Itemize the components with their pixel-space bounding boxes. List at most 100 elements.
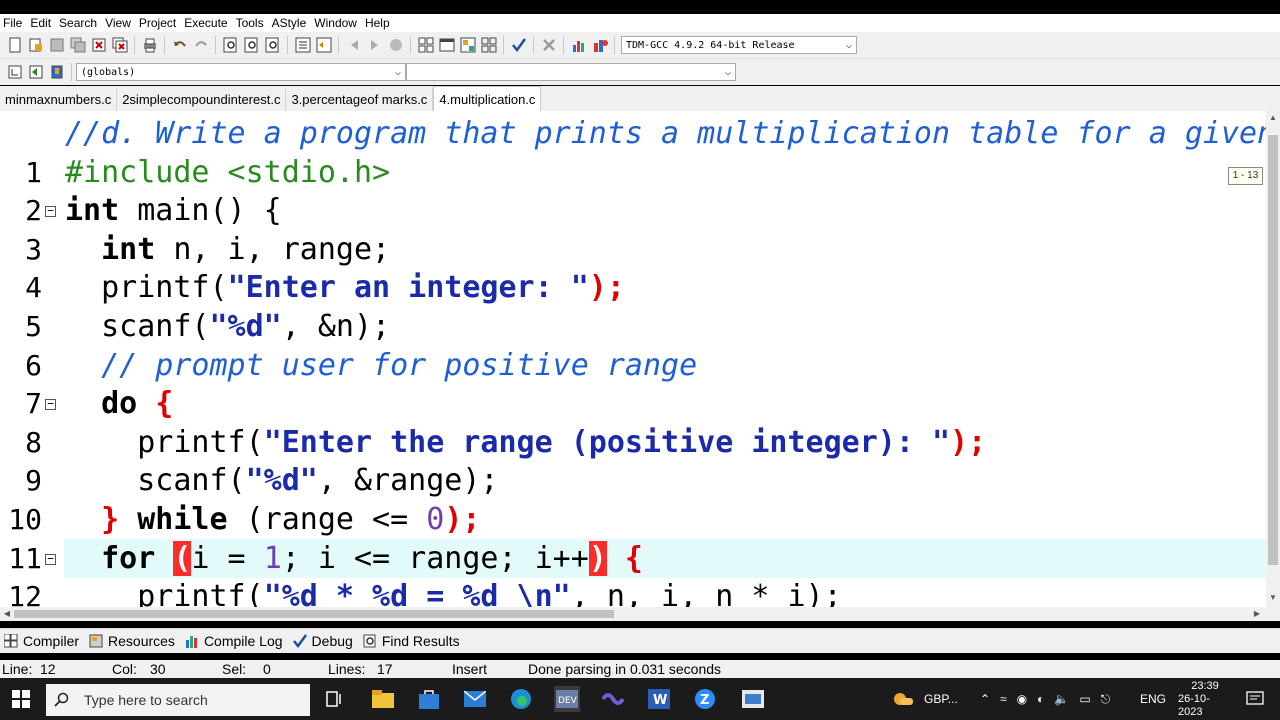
status-lines-value: 17 bbox=[377, 661, 393, 677]
check-syntax-icon[interactable] bbox=[510, 37, 527, 54]
close-all-icon[interactable] bbox=[111, 37, 128, 54]
indent-icon[interactable] bbox=[294, 37, 311, 54]
tab-minmaxnumbers[interactable]: minmaxnumbers.c bbox=[0, 88, 118, 111]
fold-minus-icon[interactable]: − bbox=[45, 553, 56, 565]
language-indicator[interactable]: ENG bbox=[1140, 678, 1166, 720]
fold-minus-icon[interactable]: − bbox=[45, 205, 56, 218]
undo-icon[interactable] bbox=[171, 37, 188, 54]
find-next-icon[interactable] bbox=[264, 37, 281, 54]
code-editor[interactable]: 1 //d. Write a program that prints a mul… bbox=[0, 111, 1266, 607]
chart-icon[interactable] bbox=[570, 37, 587, 54]
wifi-icon[interactable]: ≈ bbox=[1000, 692, 1007, 706]
save-icon[interactable] bbox=[48, 37, 65, 54]
scope-select[interactable]: (globals) ⌵ bbox=[76, 63, 406, 81]
app-window-icon[interactable] bbox=[740, 686, 766, 712]
word-icon[interactable]: W bbox=[646, 686, 672, 712]
file-explorer-icon[interactable] bbox=[370, 686, 396, 712]
status-insert-mode: Insert bbox=[452, 661, 488, 677]
window-icon[interactable] bbox=[438, 37, 455, 54]
menu-help[interactable]: Help bbox=[362, 16, 395, 30]
new-project-icon[interactable] bbox=[417, 37, 434, 54]
store-icon[interactable] bbox=[416, 686, 442, 712]
battery-icon[interactable]: ▭ bbox=[1079, 692, 1090, 706]
class-browser-icon[interactable] bbox=[459, 37, 476, 54]
tab-multiplication[interactable]: 4.multiplication.c bbox=[433, 86, 542, 111]
menu-tools[interactable]: Tools bbox=[233, 16, 269, 30]
toggle-bookmark-icon[interactable] bbox=[27, 64, 44, 81]
tab-debug[interactable]: Debug bbox=[289, 633, 357, 649]
symbol-select[interactable]: ⌵ bbox=[406, 63, 736, 81]
menu-window[interactable]: Window bbox=[311, 16, 362, 30]
profile-icon[interactable] bbox=[591, 37, 608, 54]
menu-edit[interactable]: Edit bbox=[27, 16, 56, 30]
scope-select-value: (globals) bbox=[81, 66, 136, 78]
save-all-icon[interactable] bbox=[69, 37, 86, 54]
devcpp-taskbar-icon[interactable]: DEV bbox=[554, 686, 580, 712]
menu-view[interactable]: View bbox=[102, 16, 136, 30]
microphone-icon[interactable]: ⎋ bbox=[1101, 692, 1111, 707]
redo-icon[interactable] bbox=[192, 37, 209, 54]
bookmark-prev-icon[interactable] bbox=[345, 37, 362, 54]
tab-simplecompoundinterest[interactable]: 2simplecompoundinterest.c bbox=[117, 88, 287, 111]
windows-start-icon[interactable] bbox=[8, 686, 34, 712]
tab-compile-log[interactable]: Compile Log bbox=[181, 633, 287, 649]
toolbar-separator bbox=[614, 36, 615, 54]
find-icon[interactable] bbox=[222, 37, 239, 54]
menu-execute[interactable]: Execute bbox=[181, 16, 232, 30]
zoom-icon[interactable]: Z bbox=[692, 686, 718, 712]
keyword: int bbox=[65, 231, 156, 267]
meet-now-icon[interactable]: ◉ bbox=[1017, 692, 1027, 706]
print-icon[interactable] bbox=[141, 37, 158, 54]
scrollbar-thumb[interactable] bbox=[14, 610, 614, 618]
menu-file[interactable]: File bbox=[0, 16, 27, 30]
open-file-icon[interactable] bbox=[27, 37, 44, 54]
network-icon[interactable]: ◐ bbox=[1037, 692, 1044, 706]
goto-bookmark-icon[interactable] bbox=[48, 64, 65, 81]
status-col-value: 30 bbox=[150, 661, 166, 677]
scrollbar-thumb[interactable] bbox=[1268, 135, 1278, 565]
stop-execution-icon[interactable] bbox=[540, 37, 557, 54]
insert-icon[interactable] bbox=[6, 64, 23, 81]
tab-percentageofmarks[interactable]: 3.percentageof marks.c bbox=[286, 88, 434, 111]
replace-icon[interactable] bbox=[243, 37, 260, 54]
toolbar-separator bbox=[533, 36, 534, 54]
code-line: 3 − int main() { bbox=[0, 192, 1266, 266]
tab-resources[interactable]: Resources bbox=[85, 633, 179, 649]
task-view-icon[interactable] bbox=[322, 686, 348, 712]
svg-text:W: W bbox=[653, 693, 667, 708]
code-text: ; i <= range; i++ bbox=[281, 540, 589, 576]
code-text: printf( bbox=[65, 579, 264, 607]
goto-line-icon[interactable] bbox=[387, 37, 404, 54]
scroll-up-icon[interactable]: ▲ bbox=[1266, 113, 1280, 125]
tab-compiler[interactable]: Compiler bbox=[0, 633, 83, 649]
tab-debug-label: Debug bbox=[311, 633, 353, 649]
notifications-icon[interactable] bbox=[1246, 678, 1264, 720]
new-file-icon[interactable] bbox=[6, 37, 23, 54]
unindent-icon[interactable] bbox=[315, 37, 332, 54]
compiler-select[interactable]: TDM-GCC 4.9.2 64-bit Release ⌵ bbox=[621, 36, 857, 54]
bookmark-next-icon[interactable] bbox=[366, 37, 383, 54]
string-literal: "%d * %d = %d \n" bbox=[263, 579, 571, 607]
horizontal-scrollbar[interactable]: ◀ ▶ bbox=[0, 607, 1266, 621]
fold-minus-icon[interactable]: − bbox=[45, 398, 56, 411]
chevron-up-icon[interactable]: ⌃ bbox=[980, 692, 990, 706]
taskbar-search-box[interactable]: Type here to search bbox=[46, 684, 310, 716]
scroll-down-icon[interactable]: ▼ bbox=[1266, 593, 1280, 605]
scroll-left-icon[interactable]: ◀ bbox=[0, 607, 14, 621]
menu-astyle[interactable]: AStyle bbox=[269, 16, 312, 30]
teams-like-icon[interactable] bbox=[600, 686, 626, 712]
close-file-icon[interactable] bbox=[90, 37, 107, 54]
menu-project[interactable]: Project bbox=[136, 16, 181, 30]
edge-browser-icon[interactable] bbox=[508, 686, 534, 712]
layout-icon[interactable] bbox=[480, 37, 497, 54]
weather-widget[interactable]: GBP... bbox=[892, 678, 958, 720]
tab-find-results[interactable]: Find Results bbox=[359, 633, 464, 649]
taskbar-clock[interactable]: 23:39 26-10-2023 bbox=[1178, 678, 1232, 720]
tab-compiler-label: Compiler bbox=[23, 633, 80, 649]
volume-icon[interactable]: 🔈 bbox=[1054, 692, 1069, 706]
menu-search[interactable]: Search bbox=[56, 16, 102, 30]
fold-range-tooltip: 1 - 13 bbox=[1228, 167, 1263, 185]
vertical-scrollbar[interactable]: ▲ ▼ bbox=[1266, 111, 1280, 607]
scroll-right-icon[interactable]: ▶ bbox=[1250, 607, 1264, 621]
mail-icon[interactable] bbox=[462, 686, 488, 712]
